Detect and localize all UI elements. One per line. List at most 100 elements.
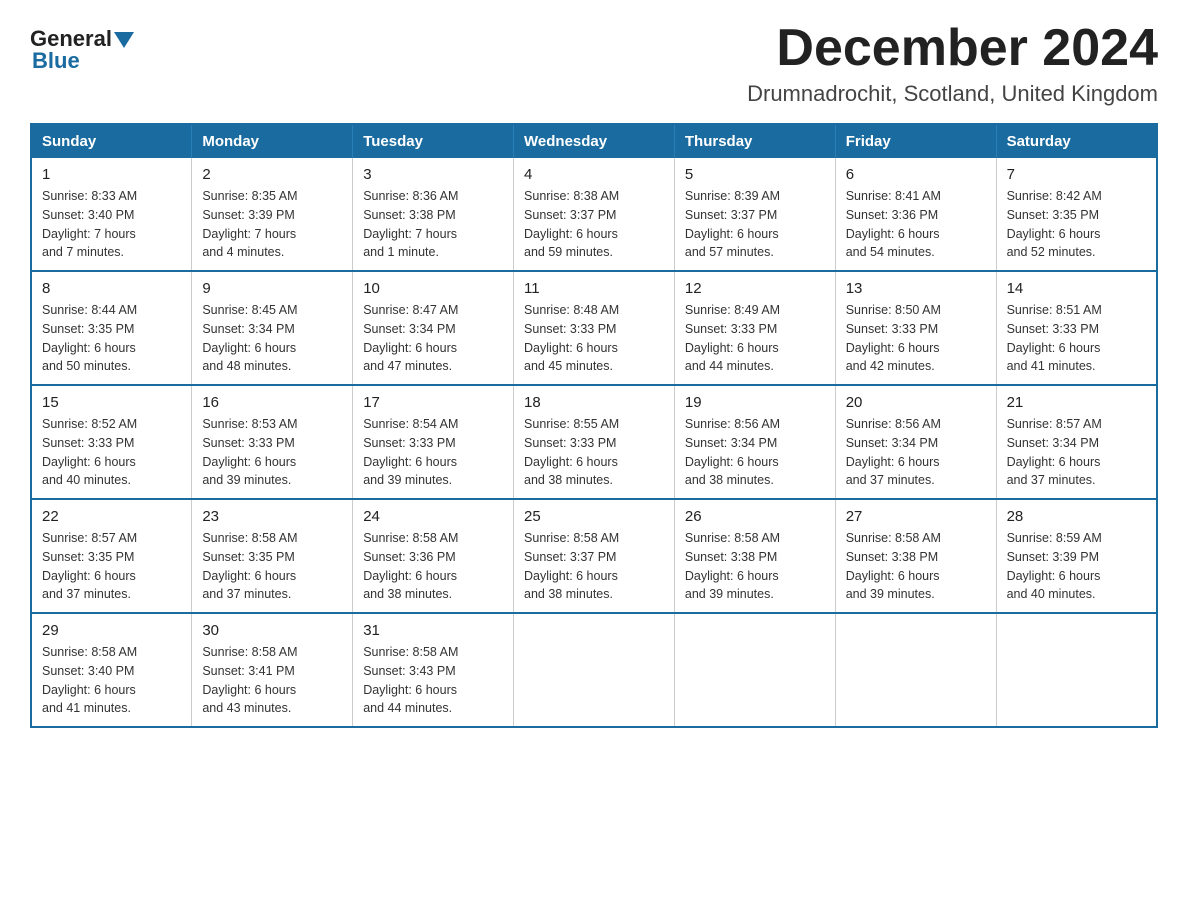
calendar-cell: 31 Sunrise: 8:58 AMSunset: 3:43 PMDayligh… (353, 613, 514, 727)
calendar-cell: 25 Sunrise: 8:58 AMSunset: 3:37 PMDayligh… (514, 499, 675, 613)
day-info: Sunrise: 8:58 AMSunset: 3:38 PMDaylight:… (685, 529, 825, 604)
header-friday: Friday (835, 124, 996, 158)
day-number: 9 (202, 280, 342, 297)
day-number: 2 (202, 166, 342, 183)
header-thursday: Thursday (674, 124, 835, 158)
day-info: Sunrise: 8:54 AMSunset: 3:33 PMDaylight:… (363, 415, 503, 490)
calendar-cell (835, 613, 996, 727)
calendar-cell: 18 Sunrise: 8:55 AMSunset: 3:33 PMDayligh… (514, 385, 675, 499)
day-number: 27 (846, 508, 986, 525)
calendar-cell (674, 613, 835, 727)
calendar-cell: 1 Sunrise: 8:33 AMSunset: 3:40 PMDaylight… (31, 158, 192, 271)
calendar-cell: 7 Sunrise: 8:42 AMSunset: 3:35 PMDaylight… (996, 158, 1157, 271)
day-number: 1 (42, 166, 181, 183)
day-number: 10 (363, 280, 503, 297)
day-info: Sunrise: 8:58 AMSunset: 3:35 PMDaylight:… (202, 529, 342, 604)
day-info: Sunrise: 8:58 AMSunset: 3:41 PMDaylight:… (202, 643, 342, 718)
header-tuesday: Tuesday (353, 124, 514, 158)
day-info: Sunrise: 8:42 AMSunset: 3:35 PMDaylight:… (1007, 187, 1146, 262)
calendar-cell: 26 Sunrise: 8:58 AMSunset: 3:38 PMDayligh… (674, 499, 835, 613)
week-row-2: 8Sunrise: 8:44 AMSunset: 3:35 PMDaylight… (31, 271, 1157, 385)
calendar-cell (996, 613, 1157, 727)
calendar-cell: 19Sunrise: 8:56 AMSunset: 3:34 PMDayligh… (674, 385, 835, 499)
day-number: 13 (846, 280, 986, 297)
day-info: Sunrise: 8:52 AMSunset: 3:33 PMDaylight:… (42, 415, 181, 490)
day-info: Sunrise: 8:55 AMSunset: 3:33 PMDaylight:… (524, 415, 664, 490)
calendar-cell: 5 Sunrise: 8:39 AMSunset: 3:37 PMDaylight… (674, 158, 835, 271)
calendar-header: SundayMondayTuesdayWednesdayThursdayFrid… (31, 124, 1157, 158)
logo-blue-text: Blue (32, 48, 80, 74)
day-info: Sunrise: 8:38 AMSunset: 3:37 PMDaylight:… (524, 187, 664, 262)
day-number: 21 (1007, 394, 1146, 411)
calendar-cell: 28 Sunrise: 8:59 AMSunset: 3:39 PMDayligh… (996, 499, 1157, 613)
day-info: Sunrise: 8:57 AMSunset: 3:35 PMDaylight:… (42, 529, 181, 604)
week-row-3: 15 Sunrise: 8:52 AMSunset: 3:33 PMDayligh… (31, 385, 1157, 499)
logo-triangle-icon (114, 32, 134, 48)
week-row-4: 22 Sunrise: 8:57 AMSunset: 3:35 PMDayligh… (31, 499, 1157, 613)
day-info: Sunrise: 8:59 AMSunset: 3:39 PMDaylight:… (1007, 529, 1146, 604)
day-info: Sunrise: 8:39 AMSunset: 3:37 PMDaylight:… (685, 187, 825, 262)
title-area: December 2024 Drumnadrochit, Scotland, U… (747, 20, 1158, 107)
day-number: 22 (42, 508, 181, 525)
day-info: Sunrise: 8:53 AMSunset: 3:33 PMDaylight:… (202, 415, 342, 490)
calendar-cell: 17 Sunrise: 8:54 AMSunset: 3:33 PMDayligh… (353, 385, 514, 499)
day-number: 6 (846, 166, 986, 183)
calendar-cell: 6 Sunrise: 8:41 AMSunset: 3:36 PMDaylight… (835, 158, 996, 271)
day-number: 7 (1007, 166, 1146, 183)
calendar-cell: 14 Sunrise: 8:51 AMSunset: 3:33 PMDayligh… (996, 271, 1157, 385)
calendar-cell: 2Sunrise: 8:35 AMSunset: 3:39 PMDaylight… (192, 158, 353, 271)
calendar-cell: 16Sunrise: 8:53 AMSunset: 3:33 PMDayligh… (192, 385, 353, 499)
calendar-cell: 12 Sunrise: 8:49 AMSunset: 3:33 PMDayligh… (674, 271, 835, 385)
day-number: 17 (363, 394, 503, 411)
calendar-cell: 15 Sunrise: 8:52 AMSunset: 3:33 PMDayligh… (31, 385, 192, 499)
header-monday: Monday (192, 124, 353, 158)
day-number: 26 (685, 508, 825, 525)
day-number: 8 (42, 280, 181, 297)
calendar-cell: 22 Sunrise: 8:57 AMSunset: 3:35 PMDayligh… (31, 499, 192, 613)
day-number: 5 (685, 166, 825, 183)
day-number: 15 (42, 394, 181, 411)
header-sunday: Sunday (31, 124, 192, 158)
calendar-cell: 27 Sunrise: 8:58 AMSunset: 3:38 PMDayligh… (835, 499, 996, 613)
calendar-cell: 9Sunrise: 8:45 AMSunset: 3:34 PMDaylight… (192, 271, 353, 385)
calendar-cell: 21Sunrise: 8:57 AMSunset: 3:34 PMDayligh… (996, 385, 1157, 499)
calendar-cell: 10Sunrise: 8:47 AMSunset: 3:34 PMDayligh… (353, 271, 514, 385)
day-number: 25 (524, 508, 664, 525)
day-number: 20 (846, 394, 986, 411)
calendar-subtitle: Drumnadrochit, Scotland, United Kingdom (747, 81, 1158, 107)
header-saturday: Saturday (996, 124, 1157, 158)
calendar-title: December 2024 (747, 20, 1158, 77)
calendar-cell: 11 Sunrise: 8:48 AMSunset: 3:33 PMDayligh… (514, 271, 675, 385)
calendar-body: 1 Sunrise: 8:33 AMSunset: 3:40 PMDaylight… (31, 158, 1157, 727)
day-info: Sunrise: 8:49 AMSunset: 3:33 PMDaylight:… (685, 301, 825, 376)
day-number: 29 (42, 622, 181, 639)
day-info: Sunrise: 8:58 AMSunset: 3:38 PMDaylight:… (846, 529, 986, 604)
day-number: 31 (363, 622, 503, 639)
day-number: 11 (524, 280, 664, 297)
calendar-cell: 13Sunrise: 8:50 AMSunset: 3:33 PMDayligh… (835, 271, 996, 385)
calendar-cell: 20 Sunrise: 8:56 AMSunset: 3:34 PMDayligh… (835, 385, 996, 499)
calendar-table: SundayMondayTuesdayWednesdayThursdayFrid… (30, 123, 1158, 728)
week-row-1: 1 Sunrise: 8:33 AMSunset: 3:40 PMDaylight… (31, 158, 1157, 271)
page-header: General Blue December 2024 Drumnadrochit… (30, 20, 1158, 107)
day-info: Sunrise: 8:48 AMSunset: 3:33 PMDaylight:… (524, 301, 664, 376)
day-number: 18 (524, 394, 664, 411)
day-info: Sunrise: 8:58 AMSunset: 3:43 PMDaylight:… (363, 643, 503, 718)
day-info: Sunrise: 8:51 AMSunset: 3:33 PMDaylight:… (1007, 301, 1146, 376)
calendar-cell: 23Sunrise: 8:58 AMSunset: 3:35 PMDayligh… (192, 499, 353, 613)
header-wednesday: Wednesday (514, 124, 675, 158)
day-number: 24 (363, 508, 503, 525)
day-info: Sunrise: 8:56 AMSunset: 3:34 PMDaylight:… (685, 415, 825, 490)
day-info: Sunrise: 8:33 AMSunset: 3:40 PMDaylight:… (42, 187, 181, 262)
day-number: 12 (685, 280, 825, 297)
calendar-cell (514, 613, 675, 727)
day-info: Sunrise: 8:58 AMSunset: 3:37 PMDaylight:… (524, 529, 664, 604)
calendar-cell: 24Sunrise: 8:58 AMSunset: 3:36 PMDayligh… (353, 499, 514, 613)
day-number: 14 (1007, 280, 1146, 297)
day-number: 4 (524, 166, 664, 183)
day-info: Sunrise: 8:41 AMSunset: 3:36 PMDaylight:… (846, 187, 986, 262)
day-number: 30 (202, 622, 342, 639)
calendar-cell: 3Sunrise: 8:36 AMSunset: 3:38 PMDaylight… (353, 158, 514, 271)
day-number: 28 (1007, 508, 1146, 525)
day-info: Sunrise: 8:56 AMSunset: 3:34 PMDaylight:… (846, 415, 986, 490)
